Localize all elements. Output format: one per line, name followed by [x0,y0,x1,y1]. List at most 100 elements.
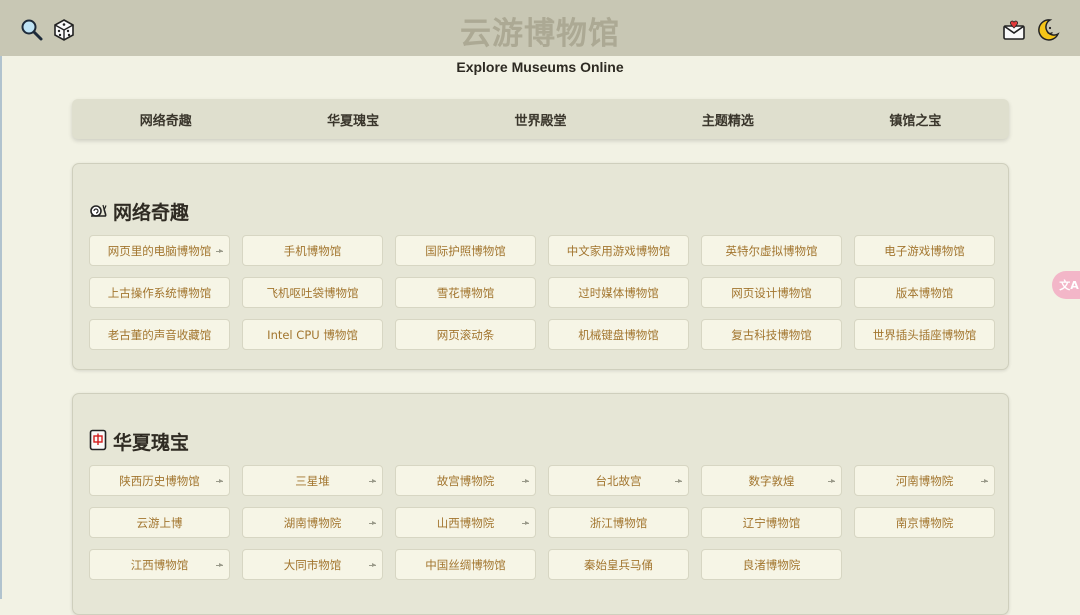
museum-tile[interactable]: 台北故宫 [548,465,689,496]
museum-tile-label: 秦始皇兵马俑 [584,557,653,572]
museum-tile[interactable]: 网页设计博物馆 [701,277,842,308]
nav-item-china-treasures[interactable]: 华夏瑰宝 [259,99,446,139]
museum-tile[interactable]: 秦始皇兵马俑 [548,549,689,580]
museum-tile-label: 河南博物院 [895,473,954,488]
site-title: 云游博物馆 [460,16,620,52]
museum-tile[interactable]: 手机博物馆 [242,235,383,266]
mahjong-tile-icon [89,429,107,455]
museum-tile-label: 故宫博物院 [436,473,495,488]
museum-tile[interactable]: 三星堆 [242,465,383,496]
section-internet-curiosities: 网络奇趣 网页里的电脑博物馆 手机博物馆 国际护照博物馆 中文家用游戏博物馆 英特尔虚拟… [72,163,1009,370]
museum-tile-label: 复古科技博物馆 [731,327,812,342]
museum-tile-label: 机械键盘博物馆 [578,327,659,342]
museum-tile-label: 山西博物院 [436,515,495,530]
museum-tile-label: 世界插头插座博物馆 [872,327,977,342]
top-bar: 云游博物馆 [0,0,1080,56]
museum-tile-label: 大同市物馆 [283,557,342,572]
museum-tile[interactable]: 电子游戏博物馆 [854,235,995,266]
section-title: 华夏瑰宝 [113,432,190,454]
arrow-right-icon [981,478,988,483]
page-subtitle: Explore Museums Online [456,59,624,75]
museum-tile-label: 浙江博物馆 [589,515,648,530]
museum-grid: 陕西历史博物馆 三星堆 故宫博物院 台北故宫 数字敦煌 河南博物院云游上博 湖南博物院 山西博… [89,465,995,580]
museum-tile-label: 国际护照博物馆 [425,243,506,258]
museum-tile[interactable]: 版本博物馆 [854,277,995,308]
museum-tile-label: 英特尔虚拟博物馆 [725,243,818,258]
museum-tile-label: 陕西历史博物馆 [119,473,200,488]
museum-tile[interactable]: 数字敦煌 [701,465,842,496]
museum-tile-label: 良渚博物院 [742,557,801,572]
museum-tile[interactable]: 国际护照博物馆 [395,235,536,266]
window-edge [0,0,2,599]
museum-tile[interactable]: 江西博物馆 [89,549,230,580]
museum-tile[interactable]: 复古科技博物馆 [701,319,842,350]
museum-tile[interactable]: 上古操作系统博物馆 [89,277,230,308]
right-toolbar [1002,18,1060,42]
museum-tile-label: 台北故宫 [595,473,642,488]
museum-tile[interactable]: 山西博物院 [395,507,536,538]
museum-tile[interactable]: 英特尔虚拟博物馆 [701,235,842,266]
nav-item-signature-treasures[interactable]: 镇馆之宝 [822,99,1009,139]
snail-icon [89,202,107,222]
museum-tile-label: 过时媒体博物馆 [578,285,659,300]
museum-tile[interactable]: 河南博物院 [854,465,995,496]
museum-tile-label: 辽宁博物馆 [742,515,801,530]
museum-tile[interactable]: 网页里的电脑博物馆 [89,235,230,266]
museum-tile-label: 飞机呕吐袋博物馆 [266,285,359,300]
arrow-right-icon [369,478,376,483]
museum-tile[interactable]: 故宫博物院 [395,465,536,496]
museum-tile[interactable]: 网页滚动条 [395,319,536,350]
nav-item-world-halls[interactable]: 世界殿堂 [447,99,634,139]
arrow-right-icon [522,478,529,483]
museum-tile[interactable]: 云游上博 [89,507,230,538]
museum-tile[interactable]: 世界插头插座博物馆 [854,319,995,350]
museum-tile[interactable]: 南京博物院 [854,507,995,538]
translate-button[interactable]: 文A [1052,271,1080,299]
museum-tile-label: 南京博物院 [895,515,954,530]
moon-icon[interactable] [1036,18,1060,42]
museum-tile-label: 上古操作系统博物馆 [107,285,212,300]
section-title: 网络奇趣 [113,202,190,224]
arrow-right-icon [369,562,376,567]
museum-tile[interactable]: 雪花博物馆 [395,277,536,308]
museum-tile[interactable]: 机械键盘博物馆 [548,319,689,350]
section-china-treasures: 华夏瑰宝 陕西历史博物馆 三星堆 故宫博物院 台北故宫 数字敦煌 河南博物院云游上博 湖南博… [72,393,1009,615]
museum-tile[interactable]: 湖南博物院 [242,507,383,538]
category-nav: 网络奇趣 华夏瑰宝 世界殿堂 主题精选 镇馆之宝 [72,99,1009,139]
museum-tile-label: 湖南博物院 [283,515,342,530]
museum-tile-label: 雪花博物馆 [436,285,495,300]
museum-tile-label: 网页滚动条 [436,327,495,342]
museum-tile-label: 江西博物馆 [130,557,189,572]
arrow-right-icon [216,562,223,567]
section-header: 华夏瑰宝 [89,428,189,455]
museum-tile-label: 老古董的声音收藏馆 [107,327,212,342]
museum-tile[interactable]: Intel CPU 博物馆 [242,319,383,350]
nav-item-featured-themes[interactable]: 主题精选 [634,99,821,139]
arrow-right-icon [216,248,223,253]
nav-item-internet-curiosities[interactable]: 网络奇趣 [72,99,259,139]
museum-tile[interactable]: 飞机呕吐袋博物馆 [242,277,383,308]
museum-tile[interactable]: 陕西历史博物馆 [89,465,230,496]
museum-tile[interactable]: 中文家用游戏博物馆 [548,235,689,266]
museum-tile[interactable]: 中国丝绸博物馆 [395,549,536,580]
museum-tile-label: Intel CPU 博物馆 [267,327,358,342]
museum-tile-label: 中国丝绸博物馆 [425,557,506,572]
arrow-right-icon [828,478,835,483]
museum-tile-label: 手机博物馆 [283,243,342,258]
arrow-right-icon [675,478,682,483]
mail-heart-icon[interactable] [1002,18,1026,42]
museum-tile-label: 版本博物馆 [895,285,954,300]
arrow-right-icon [216,478,223,483]
museum-tile-label: 云游上博 [136,515,183,530]
museum-tile[interactable]: 过时媒体博物馆 [548,277,689,308]
arrow-right-icon [522,520,529,525]
museum-tile-label: 网页设计博物馆 [731,285,812,300]
museum-tile-label: 三星堆 [295,473,330,488]
museum-tile-label: 数字敦煌 [748,473,795,488]
museum-tile[interactable]: 老古董的声音收藏馆 [89,319,230,350]
museum-tile[interactable]: 大同市物馆 [242,549,383,580]
museum-tile[interactable]: 辽宁博物馆 [701,507,842,538]
museum-tile[interactable]: 良渚博物院 [701,549,842,580]
museum-tile-label: 网页里的电脑博物馆 [107,243,212,258]
museum-tile[interactable]: 浙江博物馆 [548,507,689,538]
